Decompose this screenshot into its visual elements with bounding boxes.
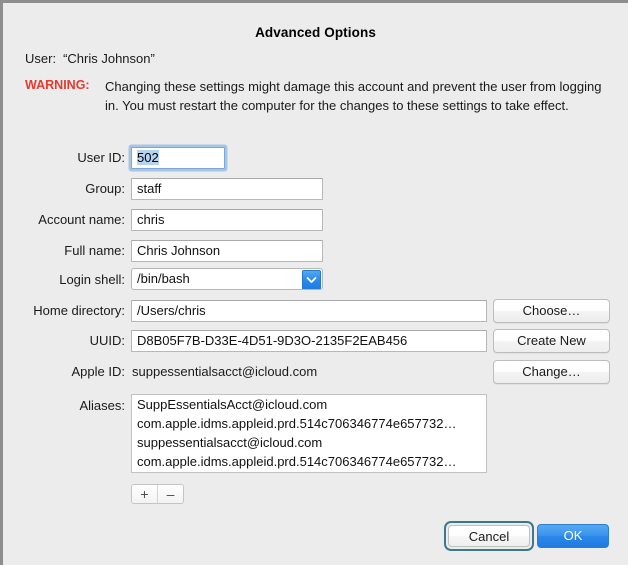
- user-id-input[interactable]: 502: [131, 147, 225, 169]
- apple-id-value: suppessentialsacct@icloud.com: [132, 364, 318, 379]
- cancel-button-focus-ring: Cancel: [444, 521, 534, 551]
- alias-add-remove-control[interactable]: + –: [131, 484, 184, 504]
- row-home-directory: Home directory:: [3, 300, 125, 322]
- login-shell-label: Login shell:: [59, 272, 125, 287]
- row-aliases: Aliases:: [3, 395, 125, 417]
- cancel-button[interactable]: Cancel: [448, 525, 530, 547]
- list-item[interactable]: suppessentialsacct@icloud.com: [132, 433, 486, 452]
- user-line: User: “Chris Johnson”: [25, 51, 155, 66]
- change-button[interactable]: Change…: [493, 360, 610, 384]
- choose-button[interactable]: Choose…: [493, 299, 610, 323]
- uuid-input[interactable]: D8B05F7B-D33E-4D51-9D3O-2135F2EAB456: [131, 330, 487, 352]
- warning-text: Changing these settings might damage thi…: [105, 79, 602, 113]
- row-account-name: Account name:: [3, 209, 125, 231]
- aliases-label: Aliases:: [79, 398, 125, 413]
- row-group: Group:: [3, 178, 125, 200]
- account-name-input[interactable]: chris: [131, 209, 323, 231]
- advanced-options-dialog: Advanced Options User: “Chris Johnson” WA…: [3, 3, 628, 565]
- login-shell-popup[interactable]: /bin/bash: [131, 268, 323, 290]
- uuid-label: UUID:: [89, 333, 125, 348]
- ok-button[interactable]: OK: [537, 524, 609, 548]
- page-title: Advanced Options: [255, 25, 376, 40]
- user-id-label: User ID:: [77, 150, 125, 165]
- full-name-label: Full name:: [64, 243, 125, 258]
- row-uuid: UUID:: [3, 330, 125, 352]
- warning-label: WARNING:: [25, 78, 90, 92]
- group-label: Group:: [85, 181, 125, 196]
- home-directory-input[interactable]: /Users/chris: [131, 300, 487, 322]
- user-label: User:: [25, 51, 57, 66]
- dialog-window: Advanced Options User: “Chris Johnson” WA…: [0, 0, 628, 565]
- aliases-list[interactable]: SuppEssentialsAcct@icloud.com com.apple.…: [131, 394, 487, 473]
- row-full-name: Full name:: [3, 240, 125, 262]
- chevron-down-icon[interactable]: [302, 270, 321, 289]
- group-input[interactable]: staff: [131, 178, 323, 200]
- apple-id-label: Apple ID:: [71, 364, 125, 379]
- home-directory-label: Home directory:: [33, 303, 125, 318]
- full-name-input[interactable]: Chris Johnson: [131, 240, 323, 262]
- row-apple-id: Apple ID:: [3, 361, 125, 383]
- remove-alias-button[interactable]: –: [157, 485, 183, 503]
- list-item[interactable]: com.apple.idms.appleid.prd.514c706346774…: [132, 452, 486, 471]
- user-id-value: 502: [137, 150, 159, 165]
- list-item[interactable]: com.apple.idms.appleid.prd.514c706346774…: [132, 414, 486, 433]
- row-login-shell: Login shell:: [3, 269, 125, 291]
- account-name-label: Account name:: [38, 212, 125, 227]
- login-shell-value: /bin/bash: [137, 271, 190, 286]
- add-alias-button[interactable]: +: [132, 485, 157, 503]
- create-new-button[interactable]: Create New: [493, 329, 610, 353]
- user-value: “Chris Johnson”: [63, 51, 155, 66]
- list-item[interactable]: SuppEssentialsAcct@icloud.com: [132, 395, 486, 414]
- row-user-id: User ID:: [3, 147, 125, 169]
